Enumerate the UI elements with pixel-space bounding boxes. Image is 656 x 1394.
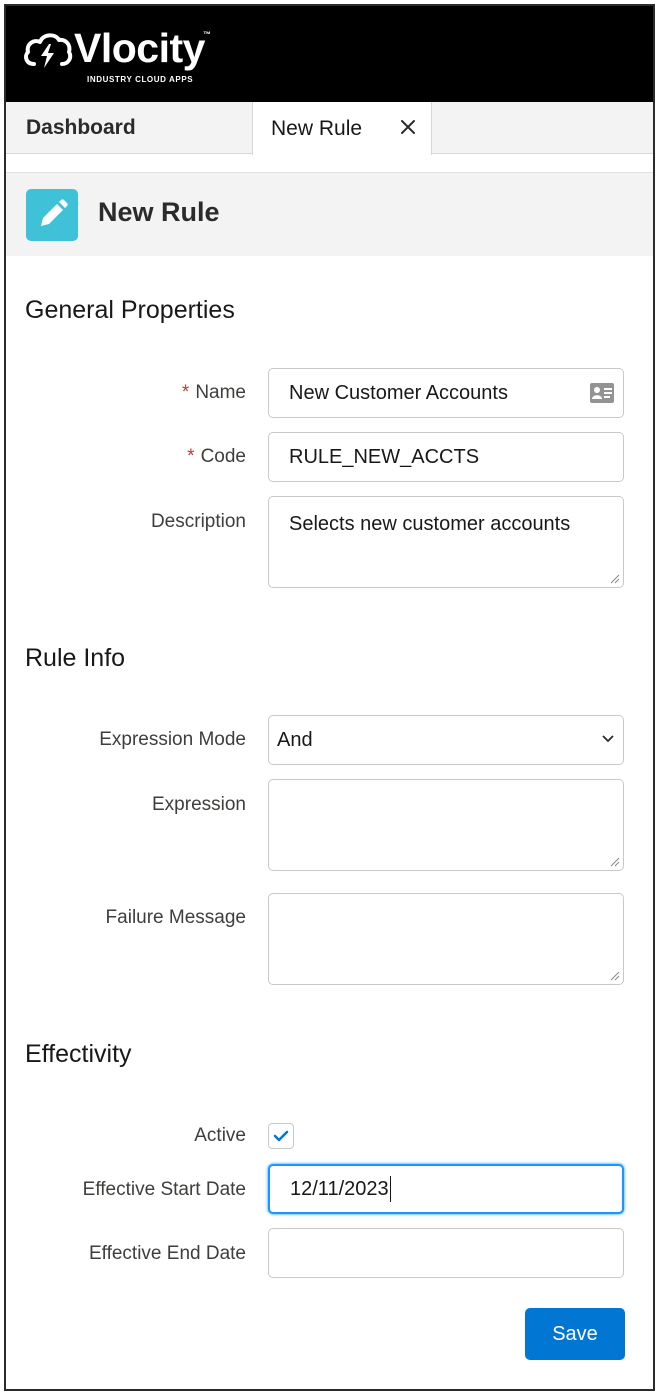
required-indicator: * xyxy=(187,446,195,467)
resize-handle-icon[interactable] xyxy=(610,857,620,867)
active-checkbox[interactable] xyxy=(268,1123,294,1149)
name-field[interactable]: New Customer Accounts xyxy=(268,368,624,418)
start-date-input[interactable]: 12/11/2023 xyxy=(268,1164,624,1214)
checkmark-icon xyxy=(273,1130,289,1142)
expression-mode-label: Expression Mode xyxy=(99,729,246,750)
end-date-input[interactable] xyxy=(268,1228,624,1278)
save-button[interactable]: Save xyxy=(525,1308,625,1360)
code-field[interactable]: RULE_NEW_ACCTS xyxy=(268,432,624,482)
cloud-bolt-icon xyxy=(24,33,73,68)
name-label: * Name xyxy=(181,382,246,403)
section-rule-info: Rule Info xyxy=(25,644,126,672)
start-date-value: 12/11/2023 xyxy=(290,1177,389,1200)
failure-message-label: Failure Message xyxy=(105,907,246,928)
expression-mode-value: And xyxy=(277,728,313,751)
brand-name: Vlocity xyxy=(74,25,205,71)
contact-card-icon[interactable] xyxy=(589,382,615,404)
pencil-icon xyxy=(26,189,78,241)
page-header: New Rule xyxy=(6,172,653,256)
page-title: New Rule xyxy=(98,197,220,227)
expression-mode-select[interactable]: And xyxy=(268,715,624,765)
description-value: Selects new customer accounts xyxy=(289,513,571,535)
section-general-properties: General Properties xyxy=(25,296,235,324)
expression-textarea[interactable] xyxy=(268,779,624,871)
expression-label: Expression xyxy=(152,794,246,815)
required-indicator: * xyxy=(181,382,190,403)
text-cursor xyxy=(389,1176,391,1202)
code-label: * Code xyxy=(187,446,246,467)
trademark: ™ xyxy=(203,30,211,39)
name-value: New Customer Accounts xyxy=(289,381,508,404)
description-textarea[interactable]: Selects new customer accounts xyxy=(268,496,624,588)
brand-tagline: INDUSTRY CLOUD APPS xyxy=(87,75,194,84)
chevron-down-icon xyxy=(602,735,614,743)
tab-dashboard[interactable]: Dashboard xyxy=(6,102,252,154)
start-date-label: Effective Start Date xyxy=(82,1179,246,1200)
tab-label: New Rule xyxy=(271,116,363,140)
tab-new-rule[interactable]: New Rule xyxy=(252,102,432,155)
close-icon[interactable] xyxy=(397,116,419,138)
section-effectivity: Effectivity xyxy=(25,1040,132,1068)
resize-handle-icon[interactable] xyxy=(610,574,620,584)
tab-bar: Dashboard New Rule xyxy=(6,102,653,155)
active-label: Active xyxy=(194,1125,246,1146)
app-window: Vlocity ™ INDUSTRY CLOUD APPS Dashboard … xyxy=(4,4,655,1391)
brand-bar: Vlocity ™ INDUSTRY CLOUD APPS xyxy=(6,6,653,102)
end-date-label: Effective End Date xyxy=(88,1243,246,1264)
failure-message-textarea[interactable] xyxy=(268,893,624,985)
tab-label: Dashboard xyxy=(26,116,136,139)
description-label: Description xyxy=(150,511,246,532)
resize-handle-icon[interactable] xyxy=(610,971,620,981)
code-value: RULE_NEW_ACCTS xyxy=(289,445,480,468)
